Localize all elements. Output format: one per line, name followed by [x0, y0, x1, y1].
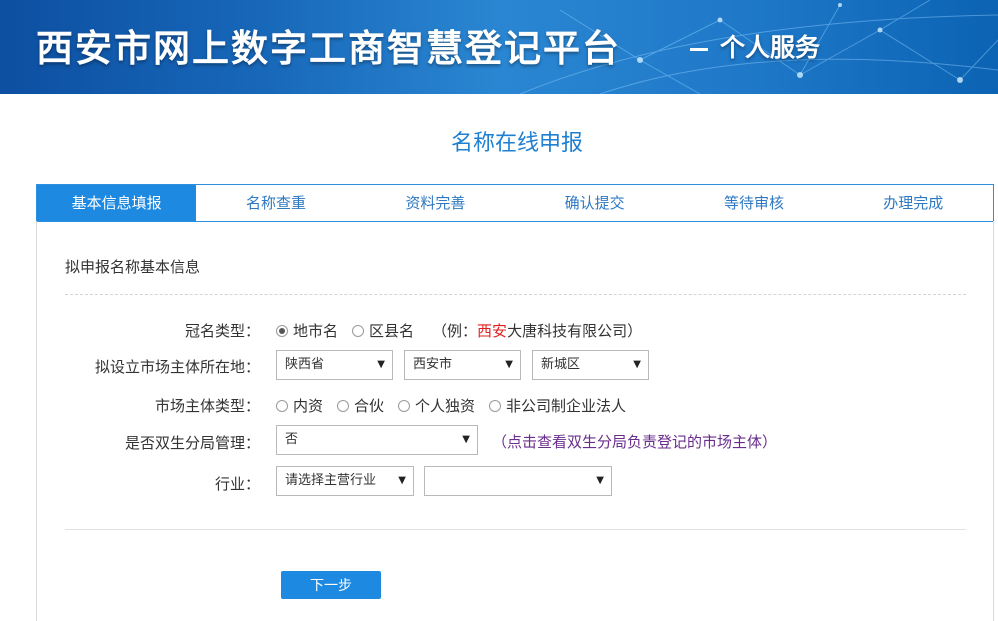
radio-domestic[interactable]: 内资 — [276, 395, 323, 416]
example-suffix: 大唐科技有限公司） — [507, 322, 643, 340]
province-select-value: 陕西省 — [285, 357, 325, 372]
dropdown-arrow-icon: ▼ — [462, 434, 470, 445]
example-highlight: 西安 — [477, 322, 508, 340]
radio-button[interactable] — [352, 324, 365, 337]
dropdown-arrow-icon: ▼ — [633, 359, 641, 370]
crown-type-example: （例：西安大唐科技有限公司） — [432, 320, 642, 341]
next-step-button[interactable]: 下一步 — [281, 571, 381, 599]
dual-management-label: 是否双生分局管理： — [124, 434, 260, 452]
dual-management-info-link[interactable]: （点击查看双生分局负责登记的市场主体） — [492, 431, 777, 452]
platform-subtitle-text: 个人服务 — [720, 33, 821, 62]
radio-partnership[interactable]: 合伙 — [337, 395, 384, 416]
radio-button[interactable] — [489, 399, 502, 412]
form-footer-divider — [65, 529, 966, 530]
platform-title: 西安市网上数字工商智慧登记平台 — [36, 27, 621, 70]
district-select-value: 新城区 — [541, 357, 581, 372]
district-select[interactable]: 新城区 ▼ — [532, 350, 649, 380]
dual-management-select-value: 否 — [285, 432, 299, 447]
dashed-divider — [65, 294, 966, 295]
city-select-value: 西安市 — [413, 357, 453, 372]
tab-await-review[interactable]: 等待审核 — [674, 185, 833, 221]
crown-type-label: 冠名类型： — [184, 322, 260, 340]
radio-button[interactable] — [276, 399, 288, 412]
page-title: 名称在线申报 — [450, 131, 583, 156]
radio-non-company-legal-person[interactable]: 非公司制企业法人 — [489, 395, 626, 416]
radio-button[interactable] — [398, 399, 411, 412]
tab-basic-info[interactable]: 基本信息填报 — [37, 185, 197, 221]
tab-name-check[interactable]: 名称查重 — [196, 185, 355, 221]
dropdown-arrow-icon: ▼ — [377, 359, 385, 370]
location-label: 拟设立市场主体所在地： — [94, 358, 260, 376]
main-industry-select-value: 请选择主营行业 — [285, 473, 377, 488]
entity-type-radio-group: 内资 合伙 个人独资 非公司制企业法人 — [276, 395, 640, 416]
radio-button[interactable] — [337, 399, 350, 412]
radio-domestic-label: 内资 — [293, 397, 324, 415]
platform-subtitle: 个人服务 — [690, 28, 820, 64]
city-select[interactable]: 西安市 ▼ — [404, 350, 521, 380]
radio-sole-proprietorship-label: 个人独资 — [415, 397, 476, 415]
sub-industry-select[interactable]: ▼ — [424, 466, 612, 496]
form-panel — [36, 221, 994, 621]
crown-type-radio-group: 地市名 区县名 （例：西安大唐科技有限公司） — [276, 320, 642, 341]
radio-button-checked[interactable] — [276, 324, 288, 337]
dual-management-select[interactable]: 否 ▼ — [276, 425, 478, 455]
section-title: 拟申报名称基本信息 — [65, 258, 201, 276]
radio-non-company-legal-person-label: 非公司制企业法人 — [506, 397, 627, 415]
entity-type-label: 市场主体类型： — [154, 397, 260, 415]
radio-district-name[interactable]: 区县名 — [352, 320, 414, 341]
radio-sole-proprietorship[interactable]: 个人独资 — [398, 395, 475, 416]
header-banner: 西安市网上数字工商智慧登记平台 个人服务 — [0, 0, 998, 94]
dropdown-arrow-icon: ▼ — [505, 359, 513, 370]
tab-materials[interactable]: 资料完善 — [356, 185, 515, 221]
main-industry-select[interactable]: 请选择主营行业 ▼ — [276, 466, 414, 496]
radio-district-name-label: 区县名 — [369, 322, 415, 340]
dropdown-arrow-icon: ▼ — [398, 475, 406, 486]
radio-partnership-label: 合伙 — [354, 397, 385, 415]
tab-confirm-submit[interactable]: 确认提交 — [515, 185, 674, 221]
province-select[interactable]: 陕西省 ▼ — [276, 350, 393, 380]
step-tabs: 基本信息填报 名称查重 资料完善 确认提交 等待审核 办理完成 — [36, 184, 994, 222]
dropdown-arrow-icon: ▼ — [596, 475, 604, 486]
example-prefix: （例： — [432, 322, 478, 340]
tab-complete[interactable]: 办理完成 — [834, 185, 993, 221]
radio-city-name-label: 地市名 — [293, 322, 339, 340]
industry-label: 行业： — [214, 475, 260, 493]
dash-decoration — [690, 47, 708, 51]
radio-city-name[interactable]: 地市名 — [276, 320, 338, 341]
